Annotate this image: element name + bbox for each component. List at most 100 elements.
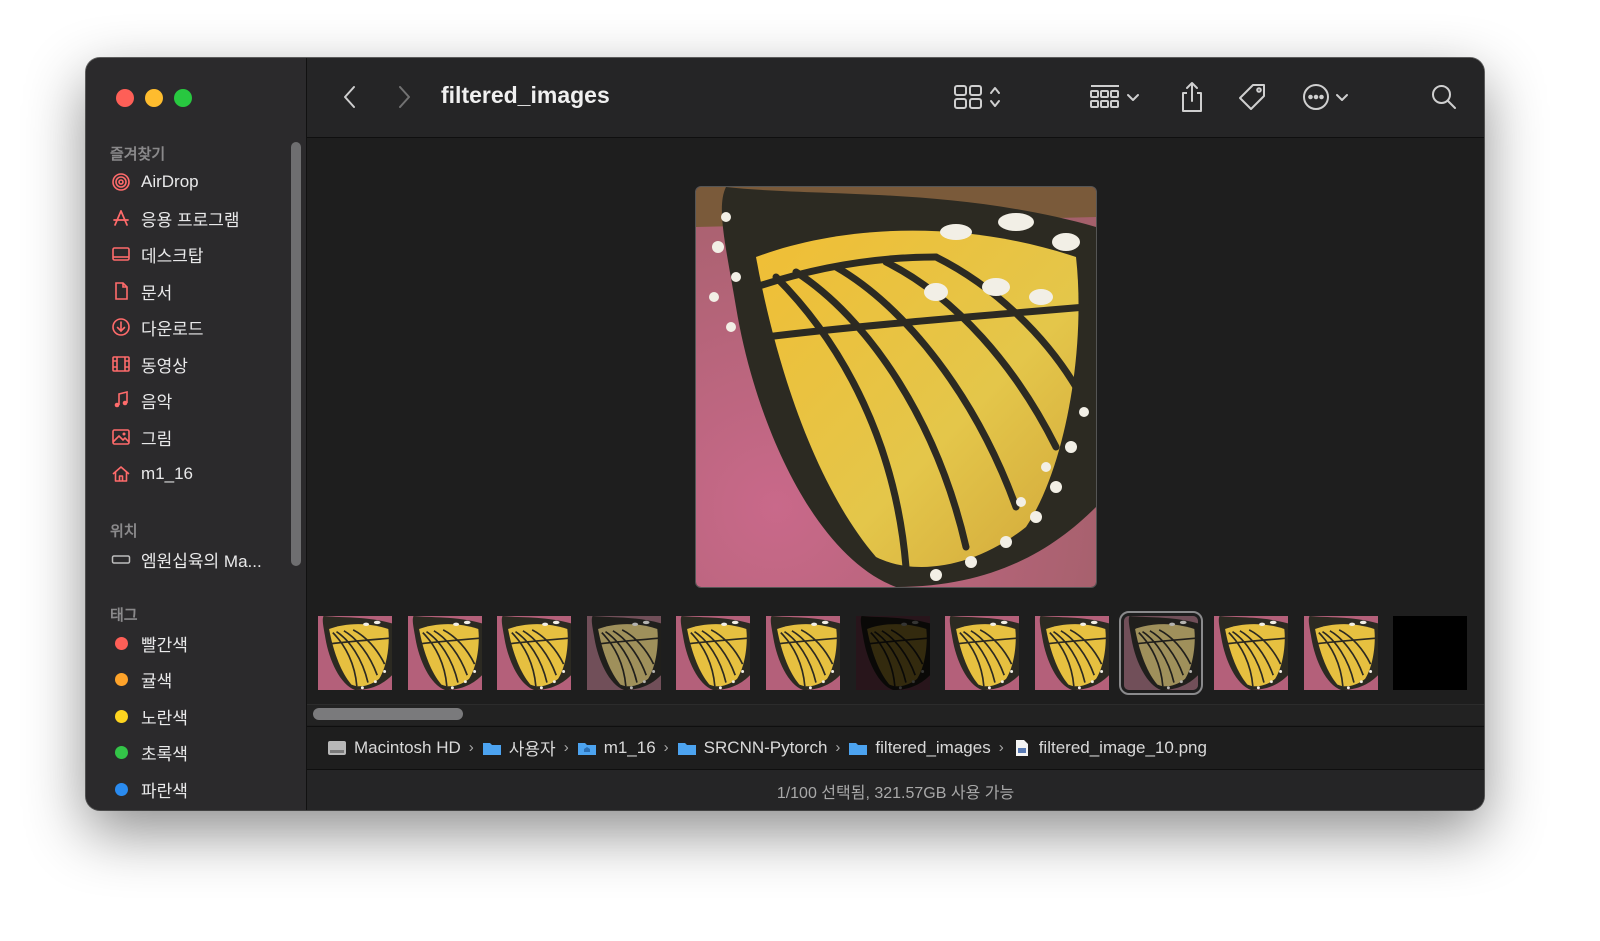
chevron-right-icon: › [998,739,1004,756]
ellipsis-circle-icon [1303,84,1329,110]
breadcrumb-srcnn[interactable]: SRCNN-Pytorch [677,737,828,758]
horizontal-scrollbar[interactable] [313,708,463,720]
gallery-thumbnail[interactable] [408,616,482,690]
gallery-thumbnail[interactable] [1119,611,1203,695]
chevron-right-icon [399,86,410,108]
movies-icon [110,353,132,375]
breadcrumb-label: m1_16 [603,737,656,757]
sidebar-tag-orange[interactable]: 귤색 [110,665,172,693]
green-tag-icon [110,741,132,763]
breadcrumb-label: 사용자 [508,740,556,759]
breadcrumb-label: filtered_images [875,737,991,757]
sidebar-item-pictures[interactable]: 그림 [110,423,172,451]
sidebar-item-applications[interactable]: 응용 프로그램 [110,204,240,232]
hard-drive-icon [327,739,347,757]
sidebar-item-disk[interactable]: 엠원십육의 Ma... [110,545,262,573]
sidebar-scrollbar[interactable] [291,142,301,566]
search-button[interactable] [1427,80,1461,114]
share-icon [1182,82,1202,112]
sidebar-item-airdrop[interactable]: AirDrop [110,168,199,196]
close-button[interactable] [116,89,134,107]
chevron-right-icon: › [563,739,569,756]
gallery-thumbnail[interactable] [676,616,750,690]
folder-icon [848,739,868,757]
blue-tag-icon [110,778,132,800]
gallery-thumbnail[interactable] [856,616,930,690]
sidebar-item-label: 그림 [141,429,173,449]
share-button[interactable] [1175,78,1209,116]
back-button[interactable] [335,82,365,112]
chevron-down-icon [1336,94,1348,101]
png-file-icon [1012,739,1032,757]
gallery-thumbnail[interactable] [945,616,1019,690]
gallery-thumbnail[interactable] [766,616,840,690]
sidebar-item-music[interactable]: 음악 [110,386,172,414]
minimize-button[interactable] [145,89,163,107]
sidebar-tag-red[interactable]: 빨간색 [110,629,188,657]
image-preview[interactable] [695,186,1097,588]
home-icon [110,463,132,485]
sidebar-item-movies[interactable]: 동영상 [110,350,188,378]
breadcrumb-macintosh-hd[interactable]: Macintosh HD [327,738,461,758]
tag-button[interactable] [1235,80,1269,114]
group-grid-icon [1090,85,1119,108]
chevron-right-icon: › [468,739,474,756]
view-mode-button[interactable] [947,80,1009,114]
breadcrumb-label: SRCNN-Pytorch [703,737,828,757]
music-icon [110,389,132,411]
chevron-right-icon: › [835,739,841,756]
gallery-thumbnail[interactable] [497,616,571,690]
breadcrumb-file[interactable]: filtered_image_10.png [1012,738,1207,758]
thumbnail-strip [307,606,1484,706]
path-bar: Macintosh HD › 사용자 › m1_16 › SRCNN-Pytor… [307,726,1484,768]
toolbar: filtered_images [307,58,1484,138]
forward-button[interactable] [389,82,419,112]
group-button[interactable] [1085,80,1145,114]
sidebar-item-label: 엠원십육의 Ma... [141,551,262,571]
status-bar: 1/100 선택됨, 321.57GB 사용 가능 [307,769,1484,810]
sidebar-tag-green[interactable]: 초록색 [110,738,188,766]
breadcrumb-filtered-images[interactable]: filtered_images [848,737,991,758]
download-icon [110,316,132,338]
finder-window: 즐겨찾기 AirDrop 응용 프로그램 데스크탑 문서 다운로드 동영상 음악… [86,58,1484,810]
sidebar-item-label: 노란색 [141,708,188,728]
sidebar-item-label: 다운로드 [141,319,204,339]
gallery-thumbnail[interactable] [1304,616,1378,690]
tag-icon [1239,84,1265,110]
gallery-preview-area [307,138,1484,606]
favorites-header: 즐겨찾기 [110,146,166,163]
orange-tag-icon [110,668,132,690]
sidebar: 즐겨찾기 AirDrop 응용 프로그램 데스크탑 문서 다운로드 동영상 음악… [86,58,307,810]
red-tag-icon [110,632,132,654]
zoom-button[interactable] [174,89,192,107]
sidebar-item-documents[interactable]: 문서 [110,277,172,305]
sidebar-item-label: 데스크탑 [141,246,204,266]
search-icon [1432,85,1456,109]
document-icon [110,280,132,302]
sidebar-item-label: AirDrop [141,172,199,191]
sidebar-item-label: 초록색 [141,744,188,764]
breadcrumb-users[interactable]: 사용자 [482,735,556,760]
breadcrumb-home[interactable]: m1_16 [577,738,656,758]
sidebar-tag-yellow[interactable]: 노란색 [110,702,188,730]
sidebar-item-label: 문서 [141,283,173,303]
gallery-thumbnail[interactable] [1393,616,1467,690]
gallery-thumbnail[interactable] [1035,616,1109,690]
gallery-thumbnail[interactable] [318,616,392,690]
sidebar-item-label: 파란색 [141,781,188,801]
more-actions-button[interactable] [1297,80,1355,114]
horizontal-scroll-track [307,704,1484,725]
sidebar-item-downloads[interactable]: 다운로드 [110,313,204,341]
sidebar-tag-blue[interactable]: 파란색 [110,775,188,803]
sidebar-item-desktop[interactable]: 데스크탑 [110,240,204,268]
desktop-icon [110,243,132,265]
chevron-updown-icon [990,87,1000,107]
chevron-down-icon [1127,94,1139,101]
sidebar-item-label: 응용 프로그램 [141,210,240,230]
gallery-thumbnail[interactable] [1214,616,1288,690]
window-title: filtered_images [441,82,610,108]
gallery-thumbnail[interactable] [587,616,661,690]
yellow-tag-icon [110,705,132,727]
sidebar-item-home[interactable]: m1_16 [110,460,193,488]
main-pane: filtered_images Macintosh HD › 사용자 › m1_… [307,58,1484,810]
